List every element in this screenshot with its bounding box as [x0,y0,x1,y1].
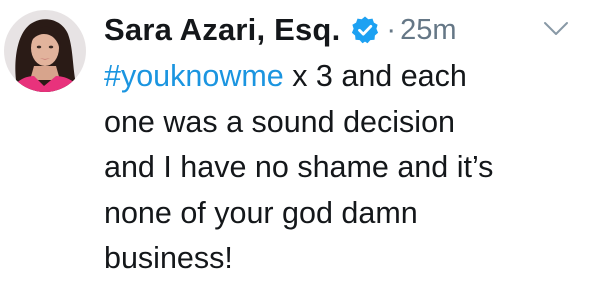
tweet-text-line: business! [104,241,233,275]
author-name[interactable]: Sara Azari, Esq. [104,12,340,48]
avatar[interactable] [4,10,86,92]
tweet-text-line: #youknowme x 3 and each [104,54,584,100]
tweet-text-line: one was a sound decision [104,104,455,139]
tweet-header: Sara Azari, Esq. · 25m [104,10,456,50]
tweet-text-line: none of your god damn [104,195,418,230]
verified-badge-icon [350,15,380,45]
hashtag-link[interactable]: #youknowme [104,59,284,93]
tweet-text-line: and I have no shame and it’s [104,150,494,184]
tweet-card: Sara Azari, Esq. · 25m #youknowme x 3 an… [0,0,592,294]
tweet-text-segment: x 3 and each [283,59,467,93]
tweet-text: #youknowme x 3 and each one was a sound … [104,54,584,282]
chevron-down-icon[interactable] [543,20,569,38]
header-separator: · [386,13,397,46]
tweet-timestamp[interactable]: 25m [400,14,456,47]
avatar-image [4,10,86,92]
